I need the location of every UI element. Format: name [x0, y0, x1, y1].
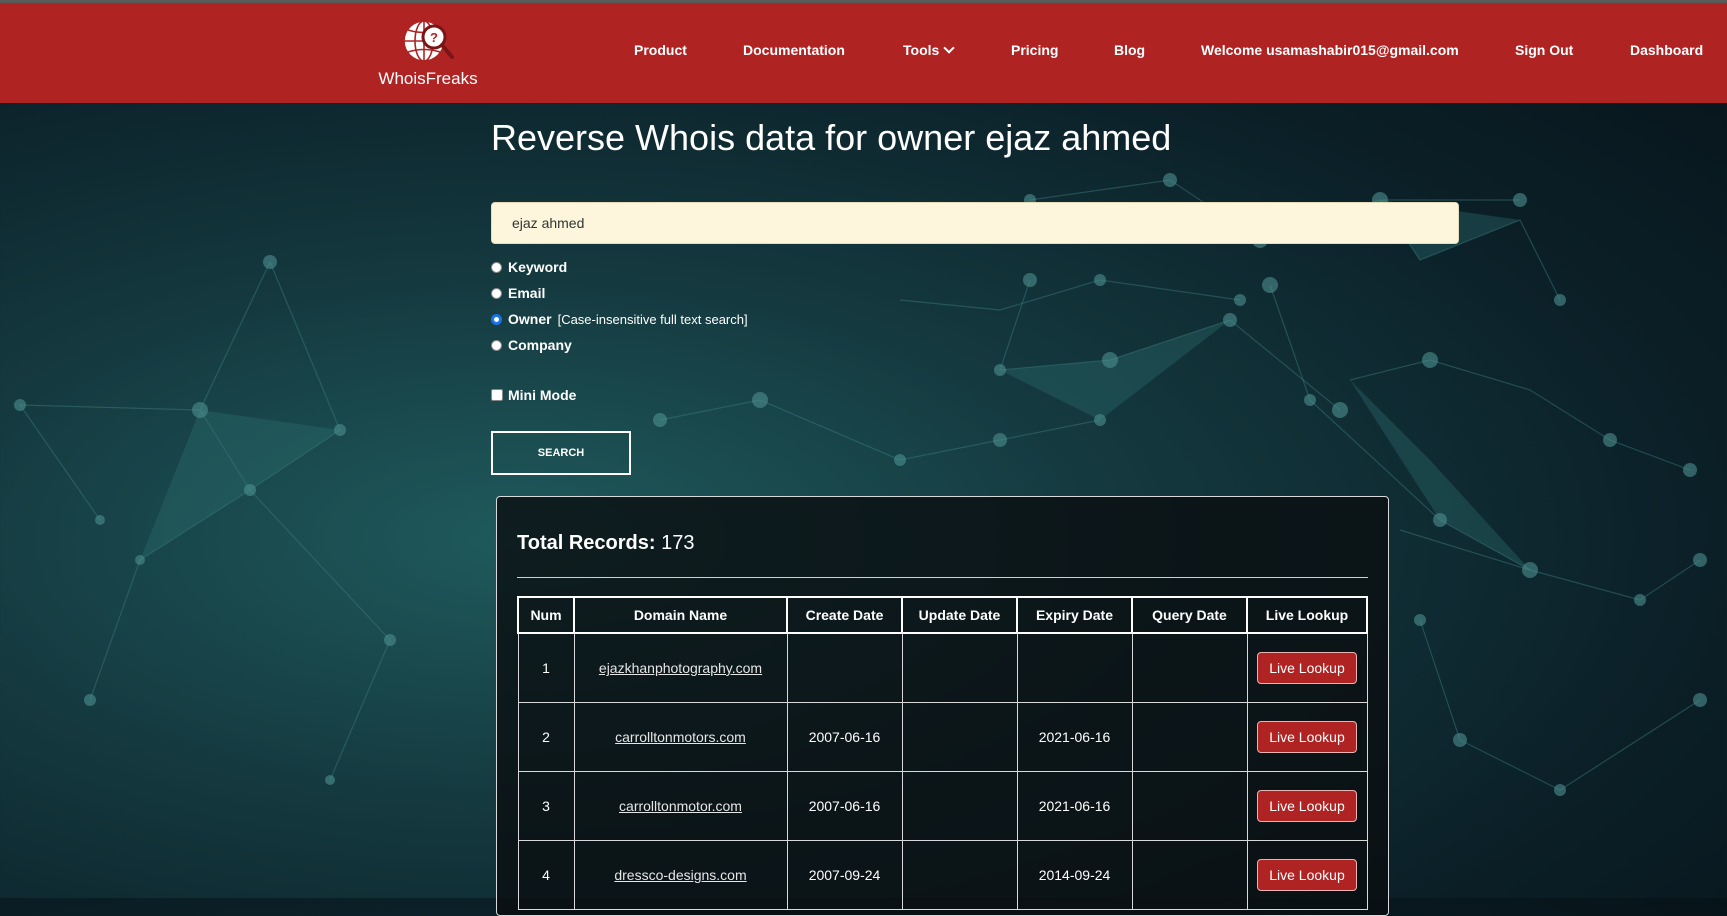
cell-live-lookup: Live Lookup [1246, 840, 1368, 910]
col-expiry-date: Expiry Date [1016, 596, 1133, 634]
main-content: Reverse Whois data for owner ejaz ahmed … [0, 103, 1727, 916]
table-row: 2 carrolltonmotors.com 2007-06-16 2021-0… [517, 702, 1368, 772]
nav-product[interactable]: Product [634, 42, 687, 58]
nav-sign-out[interactable]: Sign Out [1515, 42, 1573, 58]
nav-welcome-user[interactable]: Welcome usamashabir015@gmail.com [1201, 42, 1459, 58]
radio-owner-button[interactable] [491, 313, 502, 325]
nav-tools-label: Tools [903, 42, 940, 58]
cell-num: 4 [517, 840, 575, 910]
cell-domain: carrolltonmotors.com [573, 702, 788, 772]
nav-tools[interactable]: Tools [903, 42, 955, 58]
cell-live-lookup: Live Lookup [1246, 771, 1368, 841]
cell-query-date [1131, 632, 1248, 703]
divider [517, 577, 1368, 578]
cell-num: 1 [517, 632, 575, 703]
cell-domain: ejazkhanphotography.com [573, 632, 788, 703]
cell-create-date: 2007-09-24 [786, 840, 903, 910]
radio-company[interactable]: Company [491, 337, 572, 353]
mini-mode-checkbox[interactable] [491, 389, 503, 401]
radio-keyword-button[interactable] [491, 261, 502, 273]
col-live-lookup: Live Lookup [1246, 596, 1368, 634]
mini-mode-toggle[interactable]: Mini Mode [491, 387, 576, 403]
cell-update-date [901, 840, 1018, 910]
domain-link[interactable]: carrolltonmotors.com [615, 729, 746, 745]
table-row: 1 ejazkhanphotography.com Live Lookup [517, 632, 1368, 703]
table-row: 3 carrolltonmotor.com 2007-06-16 2021-06… [517, 771, 1368, 841]
cell-update-date [901, 702, 1018, 772]
radio-email-button[interactable] [491, 287, 502, 299]
table-header-row: Num Domain Name Create Date Update Date … [517, 596, 1368, 634]
cell-num: 2 [517, 702, 575, 772]
cell-expiry-date [1016, 632, 1133, 703]
radio-keyword[interactable]: Keyword [491, 259, 567, 275]
nav-blog[interactable]: Blog [1114, 42, 1145, 58]
cell-live-lookup: Live Lookup [1246, 702, 1368, 772]
cell-query-date [1131, 771, 1248, 841]
chevron-down-icon [943, 42, 955, 54]
col-query-date: Query Date [1131, 596, 1248, 634]
table-row: 4 dressco-designs.com 2007-09-24 2014-09… [517, 840, 1368, 910]
mini-mode-label: Mini Mode [508, 387, 577, 403]
search-button[interactable]: SEARCH [491, 431, 631, 475]
results-table: Num Domain Name Create Date Update Date … [517, 596, 1368, 910]
domain-link[interactable]: dressco-designs.com [614, 867, 746, 883]
svg-text:?: ? [430, 30, 438, 45]
cell-live-lookup: Live Lookup [1246, 632, 1368, 703]
cell-create-date: 2007-06-16 [786, 771, 903, 841]
total-records-label: Total Records: [517, 532, 656, 554]
live-lookup-button[interactable]: Live Lookup [1257, 790, 1357, 822]
total-records-value: 173 [661, 532, 695, 554]
cell-domain: carrolltonmotor.com [573, 771, 788, 841]
radio-owner-label: Owner [508, 311, 552, 327]
cell-update-date [901, 632, 1018, 703]
total-records: Total Records: 173 [517, 532, 694, 555]
globe-magnifier-icon: ? [403, 20, 454, 62]
page-title: Reverse Whois data for owner ejaz ahmed [491, 117, 1172, 158]
col-update-date: Update Date [901, 596, 1018, 634]
cell-domain: dressco-designs.com [573, 840, 788, 910]
cell-num: 3 [517, 771, 575, 841]
cell-expiry-date: 2014-09-24 [1016, 840, 1133, 910]
domain-link[interactable]: ejazkhanphotography.com [599, 660, 762, 676]
live-lookup-button[interactable]: Live Lookup [1257, 859, 1357, 891]
cell-create-date [786, 632, 903, 703]
top-navbar: ? WhoisFreaks Product Documentation Tool… [0, 0, 1727, 103]
search-input[interactable] [491, 202, 1459, 244]
live-lookup-button[interactable]: Live Lookup [1257, 721, 1357, 753]
radio-owner[interactable]: Owner [Case-insensitive full text search… [491, 311, 748, 327]
radio-company-button[interactable] [491, 339, 502, 351]
radio-company-label: Company [508, 337, 572, 353]
cell-query-date [1131, 840, 1248, 910]
owner-hint: [Case-insensitive full text search] [557, 311, 748, 327]
cell-expiry-date: 2021-06-16 [1016, 771, 1133, 841]
col-num: Num [517, 596, 575, 634]
cell-query-date [1131, 702, 1248, 772]
domain-link[interactable]: carrolltonmotor.com [619, 798, 742, 814]
nav-documentation[interactable]: Documentation [743, 42, 845, 58]
radio-email[interactable]: Email [491, 285, 545, 301]
nav-pricing[interactable]: Pricing [1011, 42, 1058, 58]
cell-expiry-date: 2021-06-16 [1016, 702, 1133, 772]
whoisfreaks-logo[interactable]: ? WhoisFreaks [372, 17, 484, 95]
radio-email-label: Email [508, 285, 546, 301]
cell-create-date: 2007-06-16 [786, 702, 903, 772]
col-create-date: Create Date [786, 596, 903, 634]
logo-text: WhoisFreaks [378, 69, 478, 88]
nav-dashboard[interactable]: Dashboard [1630, 42, 1703, 58]
results-panel: Total Records: 173 Num Domain Name Creat… [496, 496, 1389, 916]
live-lookup-button[interactable]: Live Lookup [1257, 652, 1357, 684]
radio-keyword-label: Keyword [508, 259, 568, 275]
cell-update-date [901, 771, 1018, 841]
col-domain: Domain Name [573, 596, 788, 634]
